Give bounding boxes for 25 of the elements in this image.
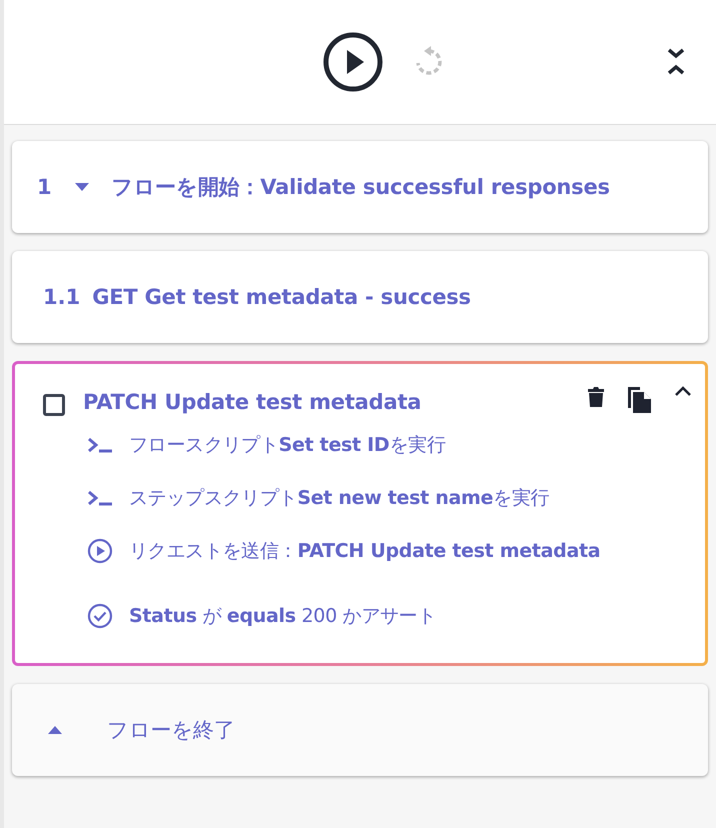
step-title: PATCH Update test metadata: [83, 390, 422, 414]
step-title: GET Get test metadata - success: [92, 285, 471, 309]
step-card[interactable]: 1 フローを開始：Validate successful responses: [12, 141, 708, 233]
action-text: リクエストを送信：PATCH Update test metadata: [129, 539, 600, 564]
terminal-prompt-icon: [87, 437, 113, 453]
action-text: Status が equals 200 かアサート: [129, 604, 436, 629]
chevrons-icon: [666, 47, 686, 77]
step-card[interactable]: フローを終了: [12, 684, 708, 776]
play-circle-icon: [87, 538, 113, 564]
run-button[interactable]: [322, 31, 384, 93]
caret-down-icon[interactable]: [74, 182, 90, 192]
step-number: 1: [37, 175, 52, 199]
collapse-all-button[interactable]: [666, 47, 686, 77]
step-title: フローを終了: [107, 717, 235, 744]
step-title: フローを開始：Validate successful responses: [112, 174, 610, 201]
copy-icon[interactable]: [627, 386, 653, 414]
step-card[interactable]: 1.1 GET Get test metadata - success: [12, 251, 708, 343]
checkbox[interactable]: [43, 394, 65, 416]
play-circle-icon: [322, 31, 384, 93]
terminal-prompt-icon: [87, 490, 113, 506]
trash-icon[interactable]: [587, 386, 605, 408]
check-circle-icon: [87, 603, 113, 629]
step-number: 1.1: [43, 285, 80, 309]
caret-up-icon[interactable]: [47, 725, 63, 735]
chevron-up-icon[interactable]: [675, 386, 691, 396]
